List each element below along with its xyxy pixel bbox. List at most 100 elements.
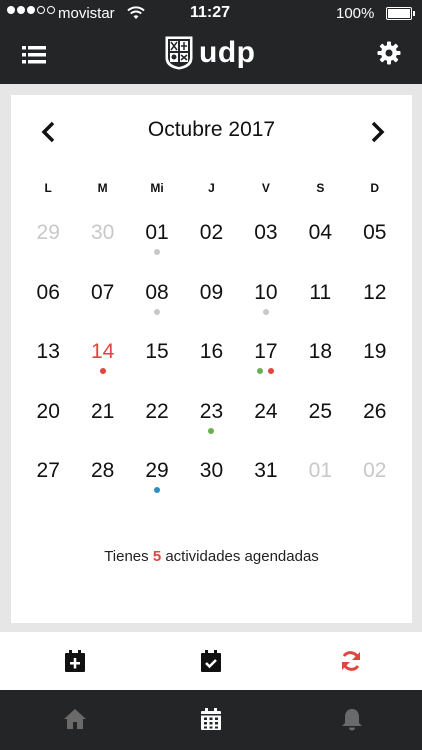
calendar-day[interactable]: 27 bbox=[21, 457, 75, 517]
calendar-day[interactable]: 07 bbox=[75, 279, 129, 339]
bell-icon[interactable] bbox=[340, 707, 364, 731]
day-number: 28 bbox=[90, 459, 115, 482]
calendar-day[interactable]: 02 bbox=[184, 219, 238, 279]
calendar-day[interactable]: 12 bbox=[348, 279, 402, 339]
calendar-day[interactable]: 24 bbox=[239, 398, 293, 458]
calendar-day[interactable]: 18 bbox=[293, 338, 347, 398]
calendar-day[interactable]: 08 bbox=[130, 279, 184, 339]
hamburger-menu-icon[interactable] bbox=[22, 44, 46, 66]
event-dot bbox=[154, 487, 161, 493]
calendar-day[interactable]: 22 bbox=[130, 398, 184, 458]
weekday-label: J bbox=[208, 181, 215, 195]
event-dot bbox=[257, 368, 264, 374]
calendar-day[interactable]: 17 bbox=[239, 338, 293, 398]
day-number: 15 bbox=[145, 340, 169, 363]
weekday-label: Mi bbox=[150, 181, 164, 195]
calendar-icon[interactable] bbox=[199, 707, 223, 731]
calendar-day[interactable]: 11 bbox=[293, 279, 347, 339]
weekday-label: L bbox=[44, 181, 52, 195]
wifi-icon bbox=[127, 6, 145, 19]
event-dot bbox=[154, 308, 161, 315]
calendar-day[interactable]: 25 bbox=[293, 398, 347, 458]
day-number: 06 bbox=[36, 280, 60, 304]
event-dot bbox=[268, 368, 275, 374]
event-indicators bbox=[75, 249, 129, 255]
day-number: 30 bbox=[199, 459, 224, 482]
event-indicators bbox=[293, 487, 347, 493]
activities-summary: Tienes 5 actividades agendadas bbox=[11, 548, 412, 565]
event-indicators bbox=[130, 428, 184, 434]
calendar-day[interactable]: 20 bbox=[21, 398, 75, 458]
event-indicators bbox=[293, 309, 347, 315]
event-indicators bbox=[348, 309, 402, 315]
day-number: 30 bbox=[90, 221, 115, 244]
day-number: 17 bbox=[254, 340, 278, 363]
event-indicators bbox=[184, 249, 238, 255]
event-indicators bbox=[21, 309, 75, 315]
day-number: 11 bbox=[309, 280, 332, 304]
calendar-card: Octubre 2017 L M Mi J V S D 29 30 01 02 03 04… bbox=[11, 95, 412, 623]
summary-prefix: Tienes bbox=[104, 548, 149, 565]
weekday-label: M bbox=[97, 181, 108, 195]
udp-logo: udp bbox=[165, 36, 255, 70]
activities-count: 5 bbox=[152, 548, 162, 565]
weekday-header: L M Mi J V S D bbox=[21, 181, 402, 195]
day-number: 13 bbox=[36, 340, 60, 363]
weekday-label: S bbox=[316, 181, 325, 195]
day-number: 23 bbox=[199, 399, 224, 423]
calendar-day[interactable]: 16 bbox=[184, 338, 238, 398]
calendar-day[interactable]: 06 bbox=[21, 279, 75, 339]
calendar-day[interactable]: 01 bbox=[130, 219, 184, 279]
event-indicators bbox=[348, 249, 402, 255]
weekday-label: V bbox=[261, 181, 270, 195]
calendar-day[interactable]: 21 bbox=[75, 398, 129, 458]
calendar-day[interactable]: 30 bbox=[184, 457, 238, 517]
chevron-right-icon[interactable] bbox=[367, 121, 387, 143]
day-number: 01 bbox=[308, 459, 332, 482]
calendar-day[interactable]: 29 bbox=[21, 219, 75, 279]
calendar-day[interactable]: 04 bbox=[293, 219, 347, 279]
day-number: 31 bbox=[254, 459, 278, 482]
event-indicators bbox=[184, 487, 238, 493]
calendar-day[interactable]: 02 bbox=[348, 457, 402, 517]
event-indicators bbox=[184, 309, 238, 315]
calendar-day-grid: 29 30 01 02 03 04 05 06 07 08 09 10 11 12 13 14 15 16 17 18… bbox=[21, 219, 402, 517]
carrier-name: movistar bbox=[58, 5, 115, 22]
event-indicators bbox=[239, 368, 293, 374]
sync-icon[interactable] bbox=[339, 649, 363, 673]
calendar-day[interactable]: 15 bbox=[130, 338, 184, 398]
event-indicators bbox=[75, 428, 129, 434]
calendar-check-icon[interactable] bbox=[199, 649, 223, 673]
calendar-day[interactable]: 23 bbox=[184, 398, 238, 458]
day-number: 09 bbox=[199, 280, 224, 304]
day-number: 27 bbox=[36, 459, 60, 482]
event-indicators bbox=[184, 368, 238, 374]
day-number: 03 bbox=[254, 221, 278, 244]
calendar-day[interactable]: 28 bbox=[75, 457, 129, 517]
calendar-day[interactable]: 10 bbox=[239, 279, 293, 339]
calendar-day[interactable]: 03 bbox=[239, 219, 293, 279]
day-number: 26 bbox=[363, 399, 387, 423]
event-indicators bbox=[348, 368, 402, 374]
calendar-day[interactable]: 26 bbox=[348, 398, 402, 458]
calendar-day[interactable]: 19 bbox=[348, 338, 402, 398]
gear-icon[interactable] bbox=[377, 41, 401, 65]
calendar-day[interactable]: 01 bbox=[293, 457, 347, 517]
event-dot bbox=[262, 308, 269, 315]
calendar-day[interactable]: 09 bbox=[184, 279, 238, 339]
calendar-day[interactable]: 14 bbox=[75, 338, 129, 398]
day-number: 24 bbox=[254, 399, 278, 423]
calendar-day[interactable]: 31 bbox=[239, 457, 293, 517]
calendar-day[interactable]: 30 bbox=[75, 219, 129, 279]
calendar-plus-icon[interactable] bbox=[63, 649, 87, 673]
calendar-day[interactable]: 13 bbox=[21, 338, 75, 398]
event-indicators bbox=[21, 487, 75, 493]
summary-suffix: actividades agendadas bbox=[165, 548, 319, 565]
day-number: 29 bbox=[36, 221, 60, 244]
day-number: 22 bbox=[145, 399, 169, 423]
calendar-day[interactable]: 05 bbox=[348, 219, 402, 279]
calendar-day[interactable]: 29 bbox=[130, 457, 184, 517]
home-icon[interactable] bbox=[63, 707, 87, 731]
action-toolbar bbox=[0, 632, 422, 690]
weekday-label: D bbox=[370, 181, 380, 195]
